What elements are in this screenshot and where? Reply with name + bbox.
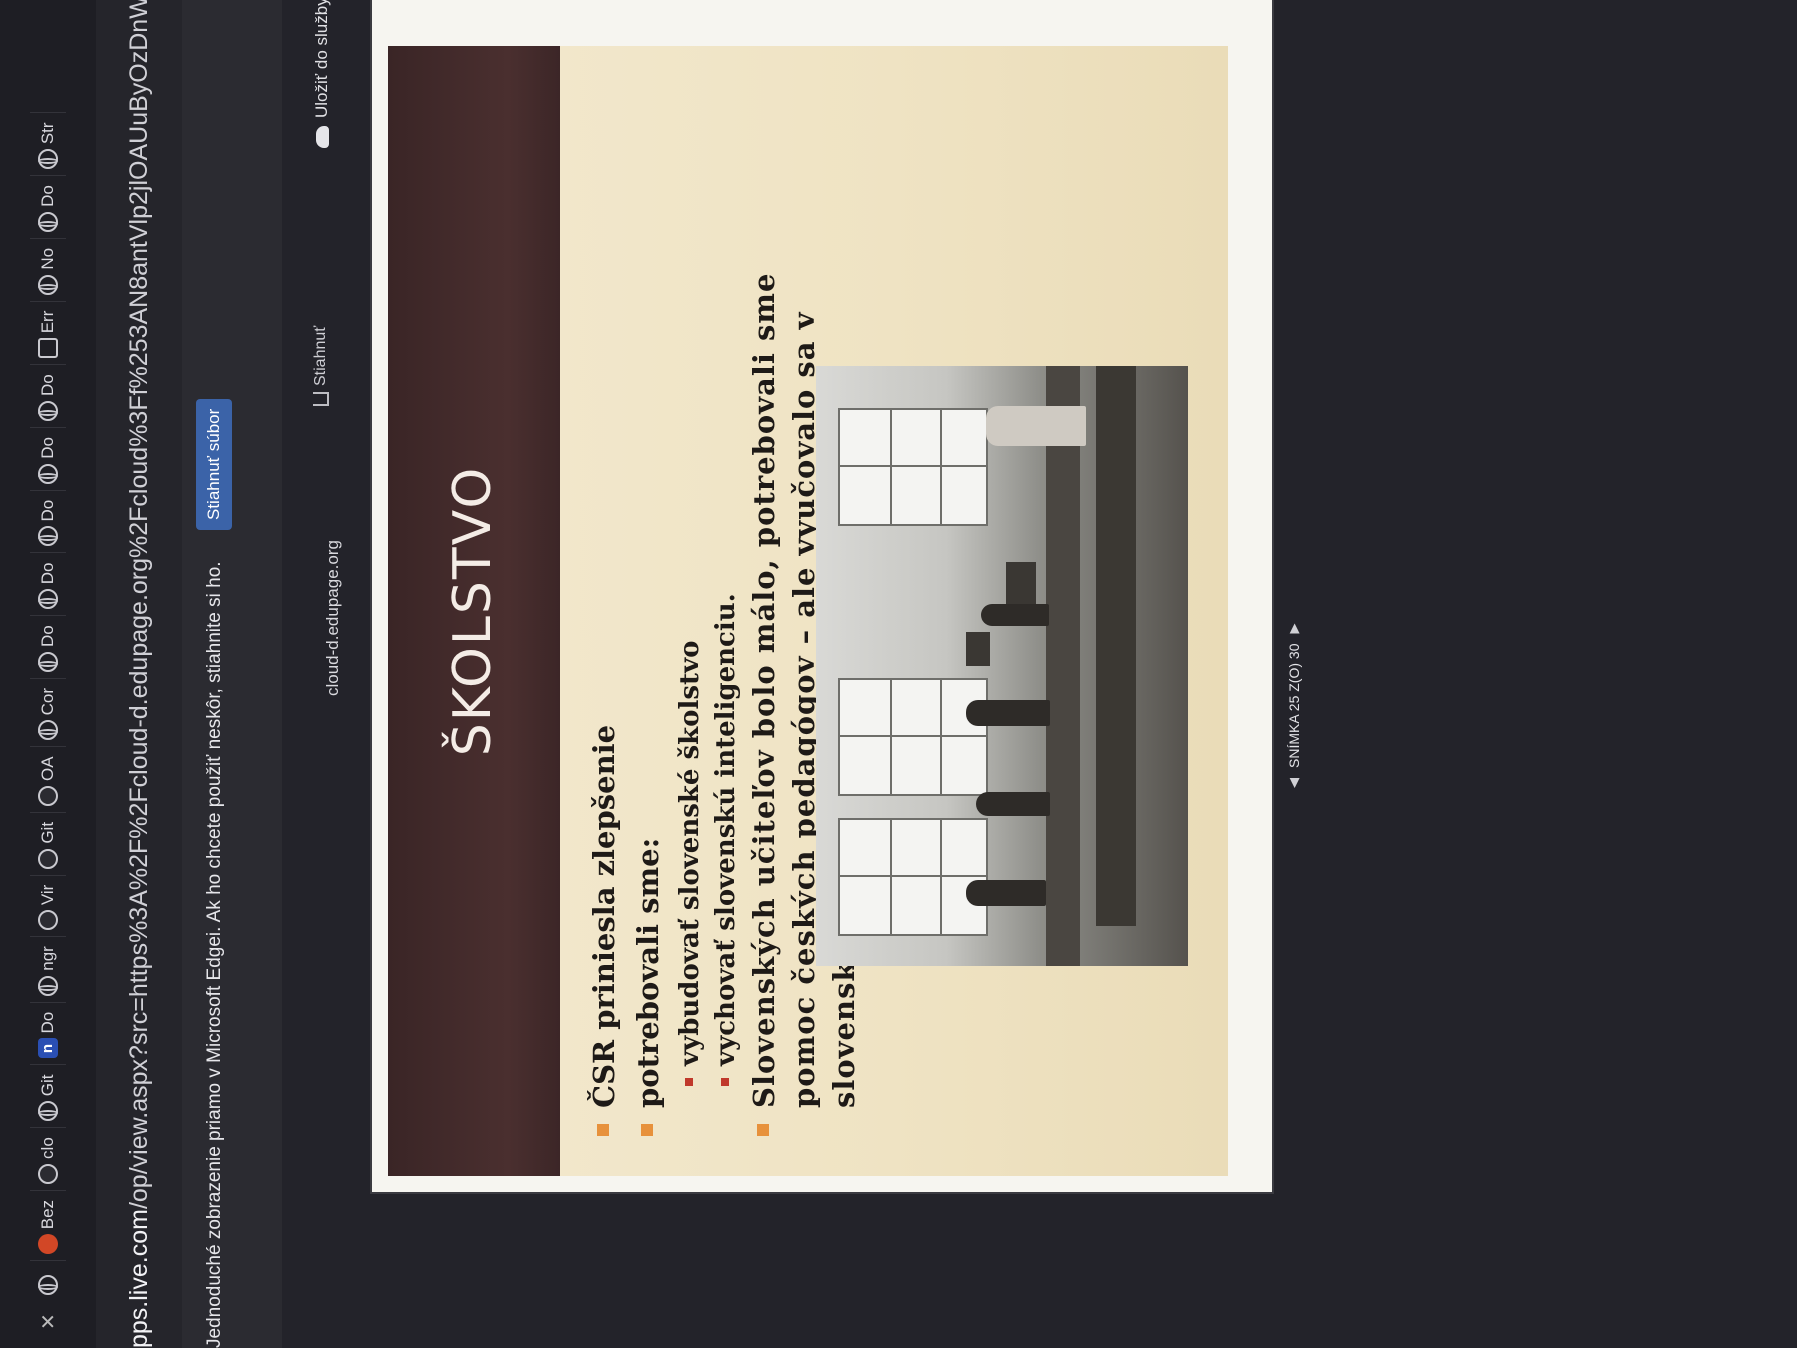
tab-label: No (38, 247, 57, 270)
browser-tab[interactable]: Do (30, 552, 66, 616)
download-icon (313, 392, 329, 406)
github-icon (38, 848, 58, 869)
browser-tab[interactable] (30, 1260, 66, 1302)
tab-label: Do (38, 499, 57, 522)
globe-icon (38, 463, 58, 484)
browser-tab[interactable]: Git (30, 1064, 66, 1128)
photo-person (981, 604, 1049, 626)
tab-label: Do (38, 625, 57, 647)
photo-person (966, 700, 1050, 726)
github-icon (38, 785, 58, 806)
browser-tab[interactable]: Do (30, 364, 66, 428)
browser-tab[interactable]: Do (30, 427, 66, 490)
browser-tab[interactable]: Str (30, 112, 66, 176)
download-file-button[interactable]: Stiahnuť súbor (196, 398, 232, 530)
browser-tab[interactable]: clo (30, 1127, 66, 1190)
tab-label: OA (38, 756, 57, 781)
tab-label: Str (38, 122, 57, 145)
bullet-1: ČSR priniesla zlepšenie (584, 176, 624, 1136)
save-label: Uložiť do služby On (312, 0, 331, 118)
address-host: pps.live.com (125, 1209, 153, 1348)
globe-icon (38, 149, 58, 170)
cloud-icon (315, 126, 329, 148)
browser-tab-strip: ✕ Bez clo Git n Do ngr Vir Git OA Cor Do Do Do Do Do Err… (0, 0, 97, 1348)
photo-person (976, 792, 1050, 816)
download-label: Stiahnuť (312, 325, 329, 386)
tab-label: Git (38, 821, 57, 844)
rotated-screen: ✕ Bez clo Git n Do ngr Vir Git OA Cor Do Do Do Do Do Err… (0, 0, 1797, 1348)
photo-window (838, 408, 988, 526)
photo-person (986, 406, 1086, 446)
photo-window (838, 678, 988, 796)
globe-icon (38, 1275, 58, 1296)
close-tab-button[interactable]: ✕ (30, 1301, 66, 1342)
photo-wall-picture (966, 632, 990, 666)
sub-bullet-2: vychovať slovenskú inteligenciu. (708, 176, 744, 1136)
github-icon (38, 1163, 58, 1184)
close-icon[interactable]: ✕ (36, 1313, 61, 1330)
globe-icon (38, 651, 58, 672)
next-slide-icon[interactable]: ▶ (1286, 624, 1302, 634)
photo-workbench (1046, 366, 1080, 966)
slide: ŠKOLSTVO ČSR priniesla zlepšenie potrebo… (388, 46, 1228, 1176)
globe-icon (38, 720, 58, 741)
address-path: /op/view.aspx?src=https%3A%2F%2Fcloud-d.… (125, 0, 153, 1210)
browser-tab[interactable]: Git (30, 811, 66, 875)
globe-icon (38, 211, 58, 232)
tab-label: Cor (38, 687, 57, 716)
viewer-host: cloud-d.edupage.org (323, 540, 342, 696)
prev-slide-icon[interactable]: ◀ (1286, 778, 1302, 788)
tab-label: Git (38, 1074, 57, 1097)
globe-icon (38, 401, 58, 422)
powerpoint-icon (38, 1234, 58, 1255)
globe-icon (38, 274, 58, 295)
browser-tab[interactable]: Cor (30, 677, 66, 747)
tab-label: Do (38, 1011, 57, 1034)
tab-label: clo (38, 1137, 57, 1159)
browser-tab[interactable]: n Do (30, 1001, 66, 1065)
github-icon (38, 910, 58, 931)
download-button[interactable]: Stiahnuť (312, 326, 330, 406)
slide-navigation: ◀ SNÍMKA 25 Z(O) 30 ▶ (1282, 624, 1306, 788)
workshop-photo (816, 366, 1188, 966)
photo-workbench (1096, 366, 1136, 926)
powerpoint-viewer: cloud-d.edupage.org Stiahnuť Uložiť do s… (282, 0, 1797, 1348)
slide-counter: SNÍMKA 25 Z(O) 30 (1286, 643, 1302, 768)
globe-icon (38, 1101, 58, 1122)
browser-tab[interactable]: No (30, 237, 66, 301)
browser-tab[interactable]: ngr (30, 936, 66, 1002)
globe-icon (38, 589, 58, 610)
globe-icon (38, 975, 58, 996)
document-icon (38, 338, 58, 359)
tab-label: Vir (38, 884, 57, 906)
browser-tab[interactable]: OA (30, 746, 66, 812)
browser-tab[interactable]: Do (30, 489, 66, 553)
photo-window (838, 818, 988, 936)
tab-label: Do (38, 437, 57, 459)
sub-bullet-1: vybudovať slovenské školstvo (672, 176, 708, 1136)
photo-wall-picture (1006, 562, 1036, 606)
slide-frame: ŠKOLSTVO ČSR priniesla zlepšenie potrebo… (372, 0, 1272, 1192)
globe-icon (38, 526, 58, 547)
edge-info-bar: Jednoduché zobrazenie priamo v Microsoft… (182, 0, 282, 1348)
viewer-toolbar: cloud-d.edupage.org Stiahnuť Uložiť do s… (282, 0, 362, 1348)
browser-tab[interactable]: Bez (30, 1189, 66, 1261)
tab-label: ngr (38, 946, 57, 971)
tab-label: Err (38, 310, 57, 334)
browser-tab[interactable]: Do (30, 175, 66, 238)
tab-label: Bez (38, 1199, 57, 1230)
bullet-2: potrebovali sme: (628, 176, 668, 1136)
tab-label: Do (38, 374, 57, 397)
n-icon: n (38, 1038, 58, 1059)
info-message: Jednoduché zobrazenie priamo v Microsoft… (204, 561, 225, 1348)
save-to-onedrive-button[interactable]: Uložiť do služby On (312, 0, 332, 148)
address-bar[interactable]: pps.live.com/op/view.aspx?src=https%3A%2… (96, 0, 182, 1348)
slide-title: ŠKOLSTVO (443, 465, 503, 757)
browser-tab[interactable]: Err (30, 300, 66, 365)
browser-tab[interactable]: Do (30, 615, 66, 678)
photo-person (966, 880, 1046, 906)
browser-tab[interactable]: Vir (30, 874, 66, 937)
tab-label: Do (38, 185, 57, 207)
tab-label: Do (38, 562, 57, 585)
